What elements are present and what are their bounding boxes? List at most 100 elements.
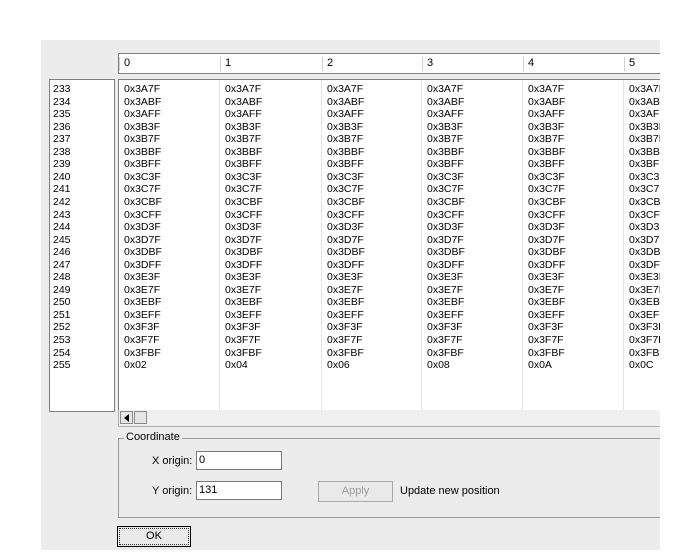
grid-cell[interactable]: 0x3F7F: [124, 334, 160, 346]
grid-cell[interactable]: 0x3ABF: [225, 96, 262, 108]
grid-cell[interactable]: 0x3ABF: [124, 96, 161, 108]
grid-cell[interactable]: 0x3DFF: [327, 259, 364, 271]
grid-cell[interactable]: 0x3DFF: [124, 259, 161, 271]
grid-cell[interactable]: 0x3F3F: [629, 321, 660, 333]
ok-button[interactable]: OK: [117, 526, 191, 547]
grid-cell[interactable]: 0x3E7F: [629, 284, 660, 296]
grid-cell[interactable]: 0x3F3F: [225, 321, 261, 333]
grid-cell[interactable]: 0x3F3F: [124, 321, 160, 333]
grid-cell[interactable]: 0x3EBF: [629, 296, 660, 308]
grid-cell[interactable]: 0x3EFF: [427, 309, 464, 321]
grid-cell[interactable]: 0x3C3F: [427, 171, 464, 183]
grid-cell[interactable]: 0x3D3F: [124, 221, 161, 233]
grid-cell[interactable]: 0x3A7F: [427, 83, 463, 95]
grid-cell[interactable]: 0x3D7F: [629, 234, 660, 246]
grid-cell[interactable]: 0x06: [327, 359, 350, 371]
grid-cell[interactable]: 0x3B3F: [124, 121, 160, 133]
row-header-cell[interactable]: 245: [53, 234, 71, 246]
data-grid[interactable]: 0x3A7F0x3A7F0x3A7F0x3A7F0x3A7F0x3A7F0x3A…: [118, 79, 660, 412]
grid-cell[interactable]: 0x3BBF: [528, 146, 565, 158]
grid-cell[interactable]: 0x08: [427, 359, 450, 371]
row-header-cell[interactable]: 250: [53, 296, 71, 308]
row-header-cell[interactable]: 243: [53, 209, 71, 221]
grid-cell[interactable]: 0x3CFF: [427, 209, 464, 221]
grid-cell[interactable]: 0x3C7F: [528, 183, 565, 195]
row-header-cell[interactable]: 241: [53, 183, 71, 195]
grid-cell[interactable]: 0x3A7F: [327, 83, 363, 95]
grid-cell[interactable]: 0x3CBF: [225, 196, 263, 208]
grid-cell[interactable]: 0x3DFF: [528, 259, 565, 271]
grid-cell[interactable]: 0x3DBF: [225, 246, 263, 258]
grid-cell[interactable]: 0x3D3F: [528, 221, 565, 233]
grid-cell[interactable]: 0x3AFF: [528, 108, 565, 120]
grid-cell[interactable]: 0x3CBF: [629, 196, 660, 208]
grid-cell[interactable]: 0x3D3F: [427, 221, 464, 233]
grid-cell[interactable]: 0x3BBF: [629, 146, 660, 158]
grid-cell[interactable]: 0x3BBF: [327, 146, 364, 158]
grid-cell[interactable]: 0x3DBF: [124, 246, 162, 258]
grid-cell[interactable]: 0x3D7F: [427, 234, 464, 246]
grid-cell[interactable]: 0x3D7F: [124, 234, 161, 246]
grid-cell[interactable]: 0x3C3F: [124, 171, 161, 183]
grid-cell[interactable]: 0x3C7F: [327, 183, 364, 195]
grid-cell[interactable]: 0x3B7F: [327, 133, 363, 145]
grid-cell[interactable]: 0x3CBF: [427, 196, 465, 208]
grid-cell[interactable]: 0x3D7F: [327, 234, 364, 246]
grid-cell[interactable]: 0x3C3F: [629, 171, 660, 183]
grid-cell[interactable]: 0x3B7F: [629, 133, 660, 145]
y-origin-input[interactable]: 131: [196, 481, 282, 500]
grid-cell[interactable]: 0x3CFF: [327, 209, 364, 221]
grid-cell[interactable]: 0x02: [124, 359, 147, 371]
grid-cell[interactable]: 0x3CFF: [528, 209, 565, 221]
grid-cell[interactable]: 0x3BFF: [124, 158, 161, 170]
grid-cell[interactable]: 0x3F7F: [327, 334, 363, 346]
grid-cell[interactable]: 0x3AFF: [327, 108, 364, 120]
grid-cell[interactable]: 0x3A7F: [629, 83, 660, 95]
grid-cell[interactable]: 0x3FBF: [427, 347, 464, 359]
grid-cell[interactable]: 0x3EBF: [528, 296, 565, 308]
row-header-cell[interactable]: 251: [53, 309, 71, 321]
grid-cell[interactable]: 0x3E3F: [629, 271, 660, 283]
grid-cell[interactable]: 0x3B3F: [629, 121, 660, 133]
grid-cell[interactable]: 0x3EFF: [629, 309, 660, 321]
row-header-cell[interactable]: 236: [53, 121, 71, 133]
grid-cell[interactable]: 0x3EBF: [327, 296, 364, 308]
grid-cell[interactable]: 0x3E3F: [427, 271, 463, 283]
grid-cell[interactable]: 0x04: [225, 359, 248, 371]
grid-cell[interactable]: 0x3CBF: [528, 196, 566, 208]
grid-cell[interactable]: 0x3F7F: [225, 334, 261, 346]
grid-cell[interactable]: 0x3DFF: [225, 259, 262, 271]
grid-cell[interactable]: 0x3E3F: [327, 271, 363, 283]
grid-cell[interactable]: 0x3E7F: [225, 284, 261, 296]
grid-cell[interactable]: 0x3E7F: [528, 284, 564, 296]
grid-cell[interactable]: 0x3E3F: [225, 271, 261, 283]
grid-cell[interactable]: 0x3EFF: [327, 309, 364, 321]
grid-cell[interactable]: 0x3D3F: [225, 221, 262, 233]
grid-cell[interactable]: 0x3C7F: [225, 183, 262, 195]
grid-cell[interactable]: 0x3C7F: [427, 183, 464, 195]
grid-cell[interactable]: 0x3C7F: [629, 183, 660, 195]
row-header-cell[interactable]: 238: [53, 146, 71, 158]
row-header-cell[interactable]: 234: [53, 96, 71, 108]
grid-cell[interactable]: 0x3ABF: [629, 96, 660, 108]
grid-cell[interactable]: 0x3FBF: [225, 347, 262, 359]
grid-cell[interactable]: 0x3F3F: [528, 321, 564, 333]
grid-cell[interactable]: 0x3D7F: [225, 234, 262, 246]
row-header-cell[interactable]: 253: [53, 334, 71, 346]
grid-cell[interactable]: 0x3E3F: [528, 271, 564, 283]
grid-cell[interactable]: 0x3CFF: [225, 209, 262, 221]
grid-cell[interactable]: 0x3BFF: [427, 158, 464, 170]
grid-cell[interactable]: 0x3DBF: [629, 246, 660, 258]
column-header-cell[interactable]: 2: [322, 57, 333, 71]
column-header-cell[interactable]: 5: [624, 57, 635, 71]
grid-cell[interactable]: 0x3BFF: [225, 158, 262, 170]
grid-cell[interactable]: 0x3B3F: [427, 121, 463, 133]
grid-cell[interactable]: 0x3ABF: [327, 96, 364, 108]
row-header-cell[interactable]: 255: [53, 359, 71, 371]
grid-cell[interactable]: 0x3B3F: [225, 121, 261, 133]
grid-cell[interactable]: 0x3AFF: [124, 108, 161, 120]
apply-button[interactable]: Apply: [318, 481, 393, 502]
row-header-cell[interactable]: 249: [53, 284, 71, 296]
grid-cell[interactable]: 0x3ABF: [427, 96, 464, 108]
grid-cell[interactable]: 0x3FBF: [528, 347, 565, 359]
